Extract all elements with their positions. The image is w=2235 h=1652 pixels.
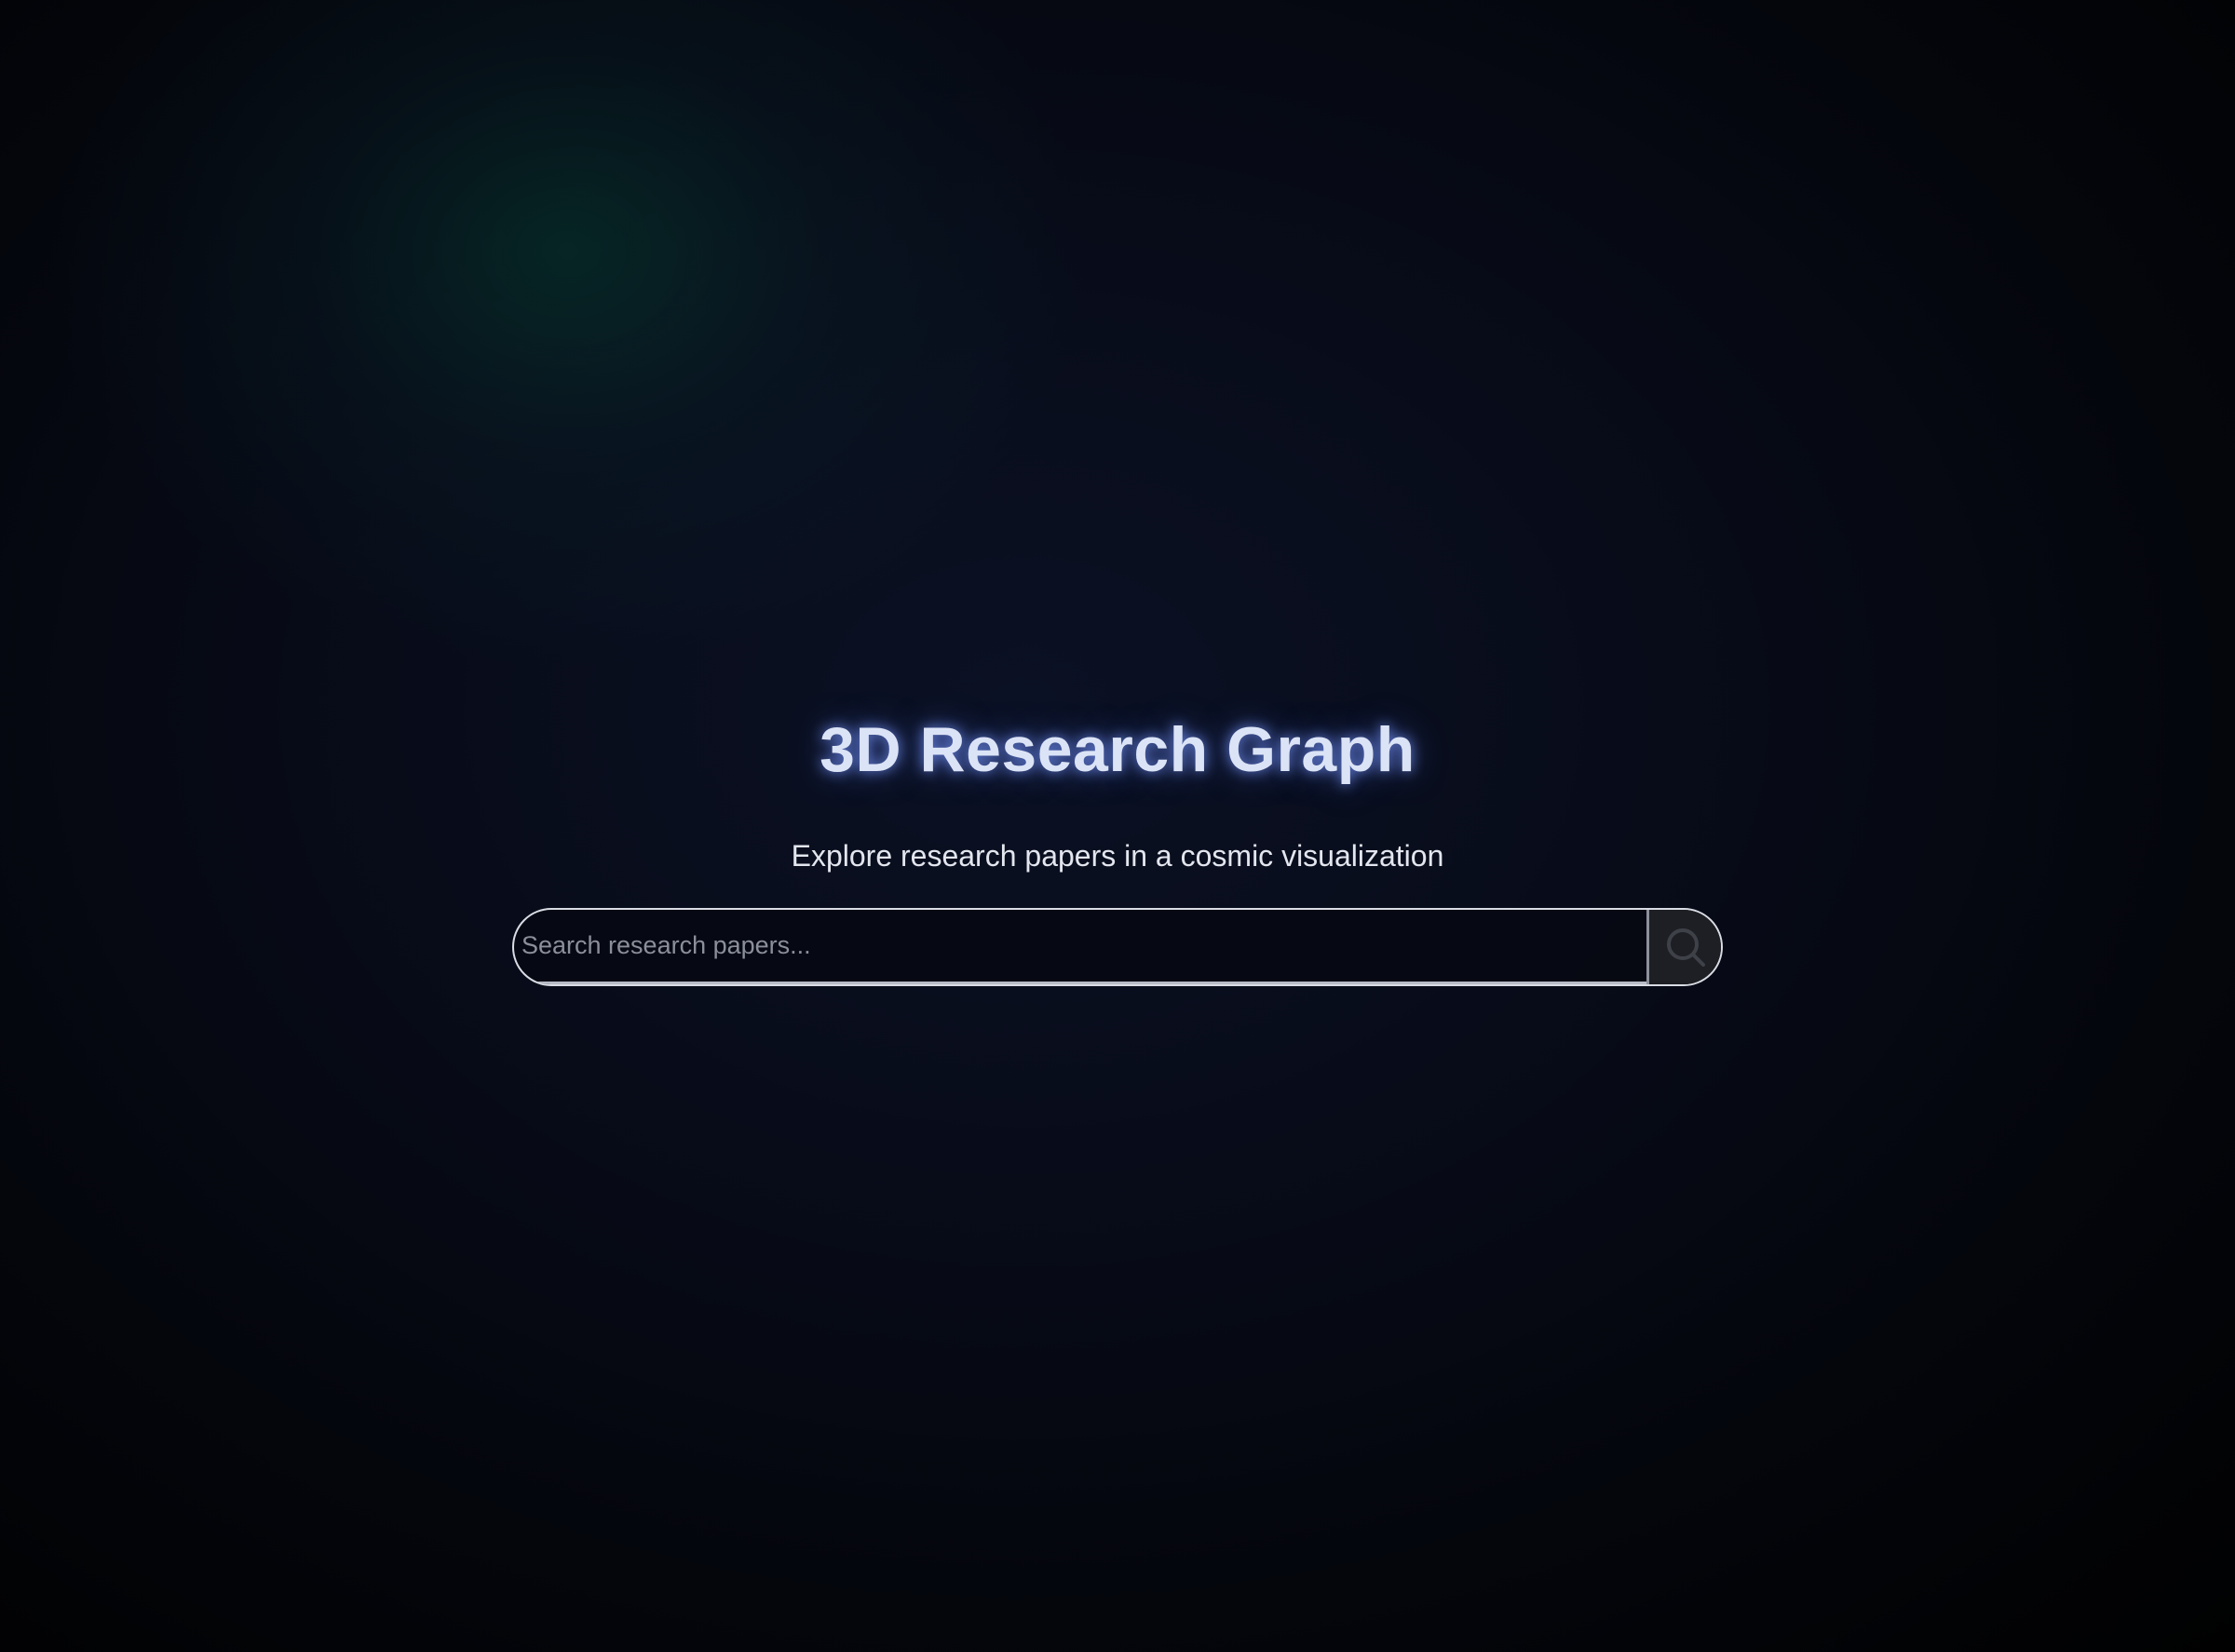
search-icon — [1664, 926, 1707, 968]
search-bar — [512, 908, 1723, 986]
search-button[interactable] — [1646, 910, 1721, 984]
page-subtitle: Explore research papers in a cosmic visu… — [791, 839, 1444, 873]
search-input[interactable] — [514, 910, 1646, 984]
landing-page: 3D Research Graph Explore research paper… — [0, 0, 2235, 1652]
page-title: 3D Research Graph — [820, 714, 1416, 785]
